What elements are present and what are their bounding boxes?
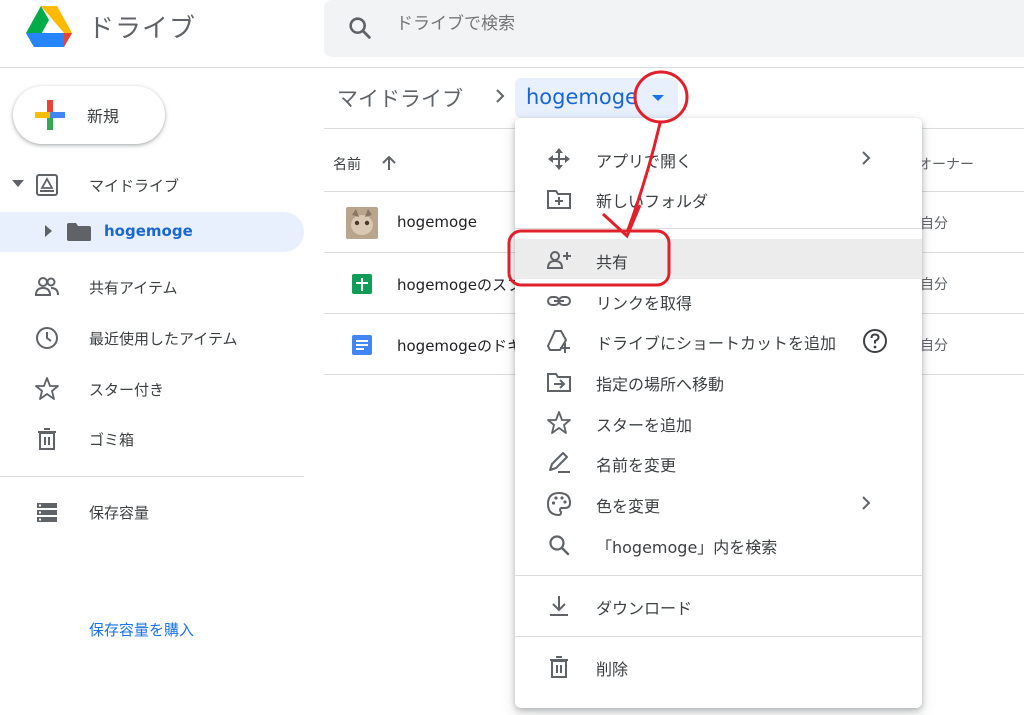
menu-item-new-folder[interactable]: 新しいフォルダ bbox=[515, 178, 922, 218]
sidebar-item-label: スター付き bbox=[89, 381, 165, 399]
menu-item-delete[interactable]: 削除 bbox=[515, 646, 922, 686]
search-icon bbox=[549, 535, 570, 556]
menu-item-rename[interactable]: 名前を変更 bbox=[515, 442, 922, 482]
star-outline-icon bbox=[35, 377, 59, 400]
sidebar-item-label: ゴミ箱 bbox=[89, 431, 135, 449]
sidebar-item-hogemoge[interactable]: hogemoge bbox=[0, 212, 304, 252]
menu-item-share[interactable]: 共有 bbox=[515, 239, 922, 279]
new-button-label: 新規 bbox=[87, 107, 120, 126]
breadcrumb-my-drive[interactable]: マイドライブ bbox=[337, 83, 463, 113]
menu-item-add-shortcut[interactable]: ドライブにショートカットを追加 bbox=[515, 320, 922, 360]
expand-caret-icon[interactable] bbox=[12, 180, 24, 187]
drive-logo-icon[interactable] bbox=[26, 6, 72, 48]
my-drive-icon bbox=[36, 174, 58, 196]
menu-item-label: 名前を変更 bbox=[596, 456, 677, 475]
help-icon[interactable] bbox=[862, 328, 888, 354]
menu-item-label: ドライブにショートカットを追加 bbox=[596, 334, 837, 353]
clock-icon bbox=[36, 327, 58, 349]
rename-icon bbox=[549, 452, 570, 473]
chevron-right-icon bbox=[862, 151, 871, 165]
sidebar-item-trash[interactable]: ゴミ箱 bbox=[0, 419, 304, 459]
menu-item-label: 共有 bbox=[596, 253, 629, 272]
folder-icon bbox=[67, 223, 91, 241]
menu-item-label: 「hogemoge」内を検索 bbox=[596, 538, 778, 557]
menu-item-label: 色を変更 bbox=[596, 497, 661, 516]
sheets-icon bbox=[352, 274, 372, 294]
file-owner: 自分 bbox=[920, 338, 948, 354]
people-icon bbox=[34, 277, 59, 296]
search-input[interactable] bbox=[396, 14, 796, 34]
sidebar-item-label: マイドライブ bbox=[89, 177, 180, 195]
menu-item-label: 削除 bbox=[596, 660, 629, 679]
menu-divider bbox=[515, 228, 922, 229]
column-header-owner[interactable]: オーナー bbox=[918, 154, 974, 174]
sidebar-item-shared[interactable]: 共有アイテム bbox=[0, 267, 304, 307]
trash-icon bbox=[38, 428, 56, 450]
menu-item-get-link[interactable]: リンクを取得 bbox=[515, 280, 922, 320]
sidebar-item-my-drive[interactable]: マイドライブ bbox=[0, 165, 304, 205]
menu-item-move-to[interactable]: 指定の場所へ移動 bbox=[515, 361, 922, 401]
search-icon[interactable] bbox=[346, 14, 374, 42]
menu-item-search-within[interactable]: 「hogemoge」内を検索 bbox=[515, 524, 922, 564]
expand-caret-icon[interactable] bbox=[45, 225, 52, 237]
menu-item-label: アプリで開く bbox=[596, 152, 693, 171]
image-thumbnail bbox=[346, 207, 378, 239]
menu-item-label: リンクを取得 bbox=[596, 294, 693, 313]
menu-divider bbox=[515, 575, 922, 576]
docs-icon bbox=[352, 335, 372, 355]
file-owner: 自分 bbox=[920, 277, 948, 293]
sidebar-item-starred[interactable]: スター付き bbox=[0, 369, 304, 409]
breadcrumb-current-folder[interactable]: hogemoge bbox=[515, 78, 678, 118]
sidebar-item-label: 保存容量 bbox=[89, 504, 150, 522]
download-icon bbox=[550, 596, 568, 616]
sidebar-item-recent[interactable]: 最近使用したアイテム bbox=[0, 318, 304, 358]
menu-item-change-color[interactable]: 色を変更 bbox=[515, 483, 922, 523]
chevron-right-icon bbox=[496, 89, 505, 103]
column-header-name[interactable]: 名前 bbox=[333, 154, 361, 174]
buy-storage-link[interactable]: 保存容量を購入 bbox=[89, 619, 194, 640]
share-person-add-icon bbox=[546, 251, 571, 269]
sidebar-item-label: hogemoge bbox=[104, 222, 193, 240]
trash-icon bbox=[550, 656, 568, 678]
menu-item-label: 新しいフォルダ bbox=[596, 192, 709, 211]
new-folder-icon bbox=[547, 190, 571, 209]
menu-item-label: ダウンロード bbox=[596, 599, 693, 618]
app-title: ドライブ bbox=[88, 14, 197, 44]
menu-item-open-with[interactable]: アプリで開く bbox=[515, 138, 922, 178]
menu-item-label: 指定の場所へ移動 bbox=[596, 375, 725, 394]
new-button[interactable]: 新規 bbox=[13, 86, 165, 144]
open-with-icon bbox=[548, 148, 570, 170]
menu-item-label: スターを追加 bbox=[596, 416, 693, 435]
dropdown-caret-icon[interactable] bbox=[652, 95, 664, 101]
plus-icon bbox=[35, 100, 65, 130]
menu-item-add-star[interactable]: スターを追加 bbox=[515, 402, 922, 442]
menu-divider bbox=[515, 636, 922, 637]
folder-context-menu: アプリで開く 新しいフォルダ 共有 リンクを取得 ドライブにショートカットを追加… bbox=[515, 118, 922, 708]
add-shortcut-icon bbox=[547, 330, 570, 353]
palette-icon bbox=[546, 491, 572, 517]
file-name: hogemoge bbox=[397, 213, 477, 231]
storage-icon bbox=[37, 503, 57, 522]
sort-up-arrow-icon[interactable] bbox=[380, 153, 398, 173]
sidebar-item-storage[interactable]: 保存容量 bbox=[0, 492, 304, 532]
link-icon bbox=[547, 296, 571, 306]
sidebar-item-label: 共有アイテム bbox=[89, 279, 178, 297]
file-owner: 自分 bbox=[920, 216, 948, 232]
chevron-right-icon bbox=[862, 496, 871, 510]
sidebar-item-label: 最近使用したアイテム bbox=[89, 330, 238, 348]
breadcrumb-current-label: hogemoge bbox=[526, 85, 638, 109]
menu-item-download[interactable]: ダウンロード bbox=[515, 585, 922, 625]
star-outline-icon bbox=[547, 411, 571, 434]
move-to-folder-icon bbox=[547, 373, 571, 392]
sidebar-divider bbox=[0, 476, 304, 477]
